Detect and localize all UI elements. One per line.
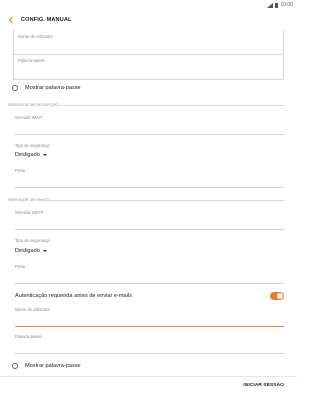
outgoing-security-label: Tipo de segurança <box>15 238 50 243</box>
incoming-security-dropdown[interactable]: Desligado <box>15 150 47 159</box>
outgoing-show-password-radio[interactable] <box>12 363 18 369</box>
field-underline <box>15 229 284 230</box>
page-title: CONFIG. MANUAL <box>21 17 72 23</box>
incoming-security-label: Tipo de segurança <box>15 143 50 148</box>
login-button[interactable]: INICIAR SESSÃO <box>243 383 284 388</box>
outgoing-port-label: Porta <box>15 264 26 269</box>
incoming-password-field[interactable]: Palavra-passe <box>18 58 45 63</box>
incoming-username-field[interactable]: Nome de utilizador <box>18 34 53 39</box>
outgoing-show-password-option[interactable]: Mostrar palavra-passe <box>12 361 81 371</box>
status-bar: 10:00 <box>0 0 297 10</box>
incoming-credentials-group: Nome de utilizador Palavra-passe <box>13 30 284 80</box>
imap-server-field[interactable]: Servidor IMAP <box>15 115 284 135</box>
bottom-action-bar: INICIAR SESSÃO <box>0 376 297 396</box>
outgoing-password-field[interactable]: Palavra-passe <box>15 334 284 354</box>
outgoing-username-label: Nome de utilizador <box>15 307 50 312</box>
incoming-port-label: Porta <box>15 168 26 173</box>
smtp-server-field[interactable]: Servidor SMTP <box>15 210 284 230</box>
signal-icon <box>267 2 274 8</box>
status-time: 10:00 <box>280 2 293 8</box>
section-divider <box>42 200 284 201</box>
auth-required-row[interactable]: Autenticação requerida antes de enviar e… <box>15 291 284 301</box>
outgoing-password-label: Palavra-passe <box>15 334 42 339</box>
battery-icon <box>275 2 279 8</box>
field-underline <box>15 187 284 188</box>
outgoing-server-section: SERVIDOR DE ENVIO <box>8 198 297 206</box>
incoming-show-password-label: Mostrar palavra-passe <box>25 85 81 91</box>
outgoing-port-field[interactable]: Porta <box>15 264 284 284</box>
app-header: CONFIG. MANUAL <box>0 10 297 30</box>
auth-required-label: Autenticação requerida antes de enviar e… <box>15 293 132 299</box>
dropdown-caret-icon <box>42 249 47 252</box>
auth-required-toggle[interactable] <box>270 292 284 300</box>
incoming-show-password-radio[interactable] <box>12 85 18 91</box>
outgoing-show-password-label: Mostrar palavra-passe <box>25 363 81 369</box>
field-underline <box>15 134 284 135</box>
dropdown-caret-icon <box>42 153 47 156</box>
incoming-server-section: SERVIDOR DE RECEPÇÃO <box>8 103 297 111</box>
smtp-server-label: Servidor SMTP <box>15 210 44 215</box>
outgoing-security-dropdown[interactable]: Desligado <box>15 246 47 255</box>
incoming-security-value: Desligado <box>15 151 40 158</box>
imap-server-label: Servidor IMAP <box>15 115 42 120</box>
field-underline <box>15 283 284 284</box>
back-arrow-icon <box>8 16 13 24</box>
outgoing-username-field[interactable]: Nome de utilizador <box>15 307 284 327</box>
field-underline <box>15 353 284 354</box>
toggle-knob <box>277 293 283 299</box>
outgoing-security-value: Desligado <box>15 247 40 254</box>
divider <box>14 54 283 55</box>
status-icons: 10:00 <box>267 2 293 8</box>
back-button[interactable] <box>4 12 18 28</box>
section-divider <box>52 105 284 106</box>
field-underline-active <box>15 326 284 327</box>
incoming-show-password-option[interactable]: Mostrar palavra-passe <box>12 83 81 93</box>
incoming-server-section-title: SERVIDOR DE RECEPÇÃO <box>8 103 59 107</box>
incoming-port-field[interactable]: Porta <box>15 168 284 188</box>
